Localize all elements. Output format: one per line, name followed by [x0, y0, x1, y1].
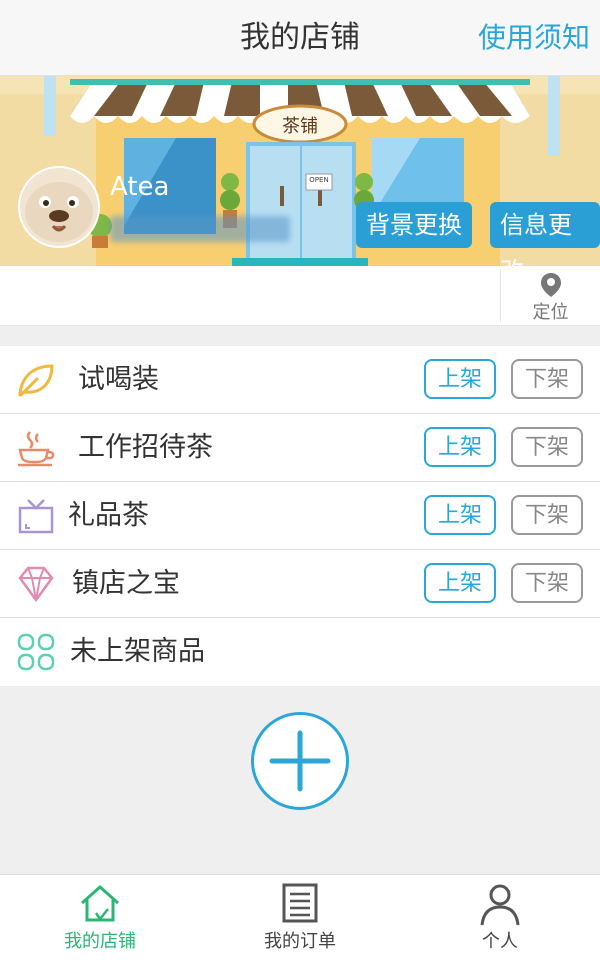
tab-label: 个人 [482, 931, 518, 952]
category-row-trial[interactable]: 试喝装 上架 下架 [0, 346, 600, 414]
list-on-button[interactable]: 上架 [424, 495, 496, 535]
tab-personal[interactable]: 个人 [400, 875, 600, 960]
change-info-button[interactable]: 信息更改 [490, 202, 600, 266]
location-button[interactable]: 定位 [501, 266, 600, 326]
location-pin-icon [540, 273, 561, 297]
list-off-button[interactable]: 下架 [511, 427, 583, 467]
open-sign-text: OPEN [309, 176, 329, 184]
grid-icon [17, 633, 55, 671]
category-label: 工作招待茶 [78, 432, 213, 463]
list-off-button[interactable]: 下架 [511, 359, 583, 399]
add-category-button[interactable] [251, 712, 349, 810]
leaf-icon [18, 364, 54, 398]
plus-icon [269, 730, 331, 792]
top-header: 我的店铺 使用须知 [0, 0, 600, 76]
category-row-treasure[interactable]: 镇店之宝 上架 下架 [0, 550, 600, 618]
list-on-button[interactable]: 上架 [424, 427, 496, 467]
shop-name: Atea [110, 172, 170, 202]
diamond-icon [18, 566, 54, 603]
shop-banner: 茶铺 OPEN Atea 背景更换 信息更改 [0, 76, 600, 266]
list-on-button[interactable]: 上架 [424, 563, 496, 603]
category-row-reception-tea[interactable]: 工作招待茶 上架 下架 [0, 414, 600, 482]
list-off-button[interactable]: 下架 [511, 495, 583, 535]
list-on-button[interactable]: 上架 [424, 359, 496, 399]
category-row-unlisted[interactable]: 未上架商品 [0, 618, 600, 686]
document-icon [282, 883, 318, 923]
tab-my-orders[interactable]: 我的订单 [200, 875, 400, 960]
change-background-button[interactable]: 背景更换 [356, 202, 472, 248]
home-icon [81, 885, 119, 922]
tab-my-shop[interactable]: 我的店铺 [0, 875, 200, 960]
category-label: 未上架商品 [70, 636, 205, 667]
usage-notice-link[interactable]: 使用须知 [478, 0, 590, 76]
teacup-icon [18, 431, 55, 467]
location-row: 定位 [0, 266, 600, 326]
shop-avatar[interactable] [18, 166, 100, 248]
user-icon [480, 884, 520, 926]
category-list: 试喝装 上架 下架 工作招待茶 上架 下架 礼品茶 上架 下架 镇店之宝 上架 [0, 346, 600, 686]
gift-box-icon [18, 499, 54, 534]
bottom-tab-bar: 我的店铺 我的订单 个人 [0, 874, 600, 960]
tab-label: 我的店铺 [64, 931, 136, 952]
tab-label: 我的订单 [264, 931, 336, 952]
bear-avatar-icon [20, 168, 98, 246]
category-label: 镇店之宝 [72, 568, 180, 599]
category-label: 礼品茶 [68, 500, 149, 531]
location-label: 定位 [532, 302, 569, 323]
category-label: 试喝装 [78, 364, 159, 395]
shop-sign-text: 茶铺 [282, 116, 318, 137]
category-row-gift-tea[interactable]: 礼品茶 上架 下架 [0, 482, 600, 550]
list-off-button[interactable]: 下架 [511, 563, 583, 603]
shop-phone-blurred [110, 216, 290, 242]
